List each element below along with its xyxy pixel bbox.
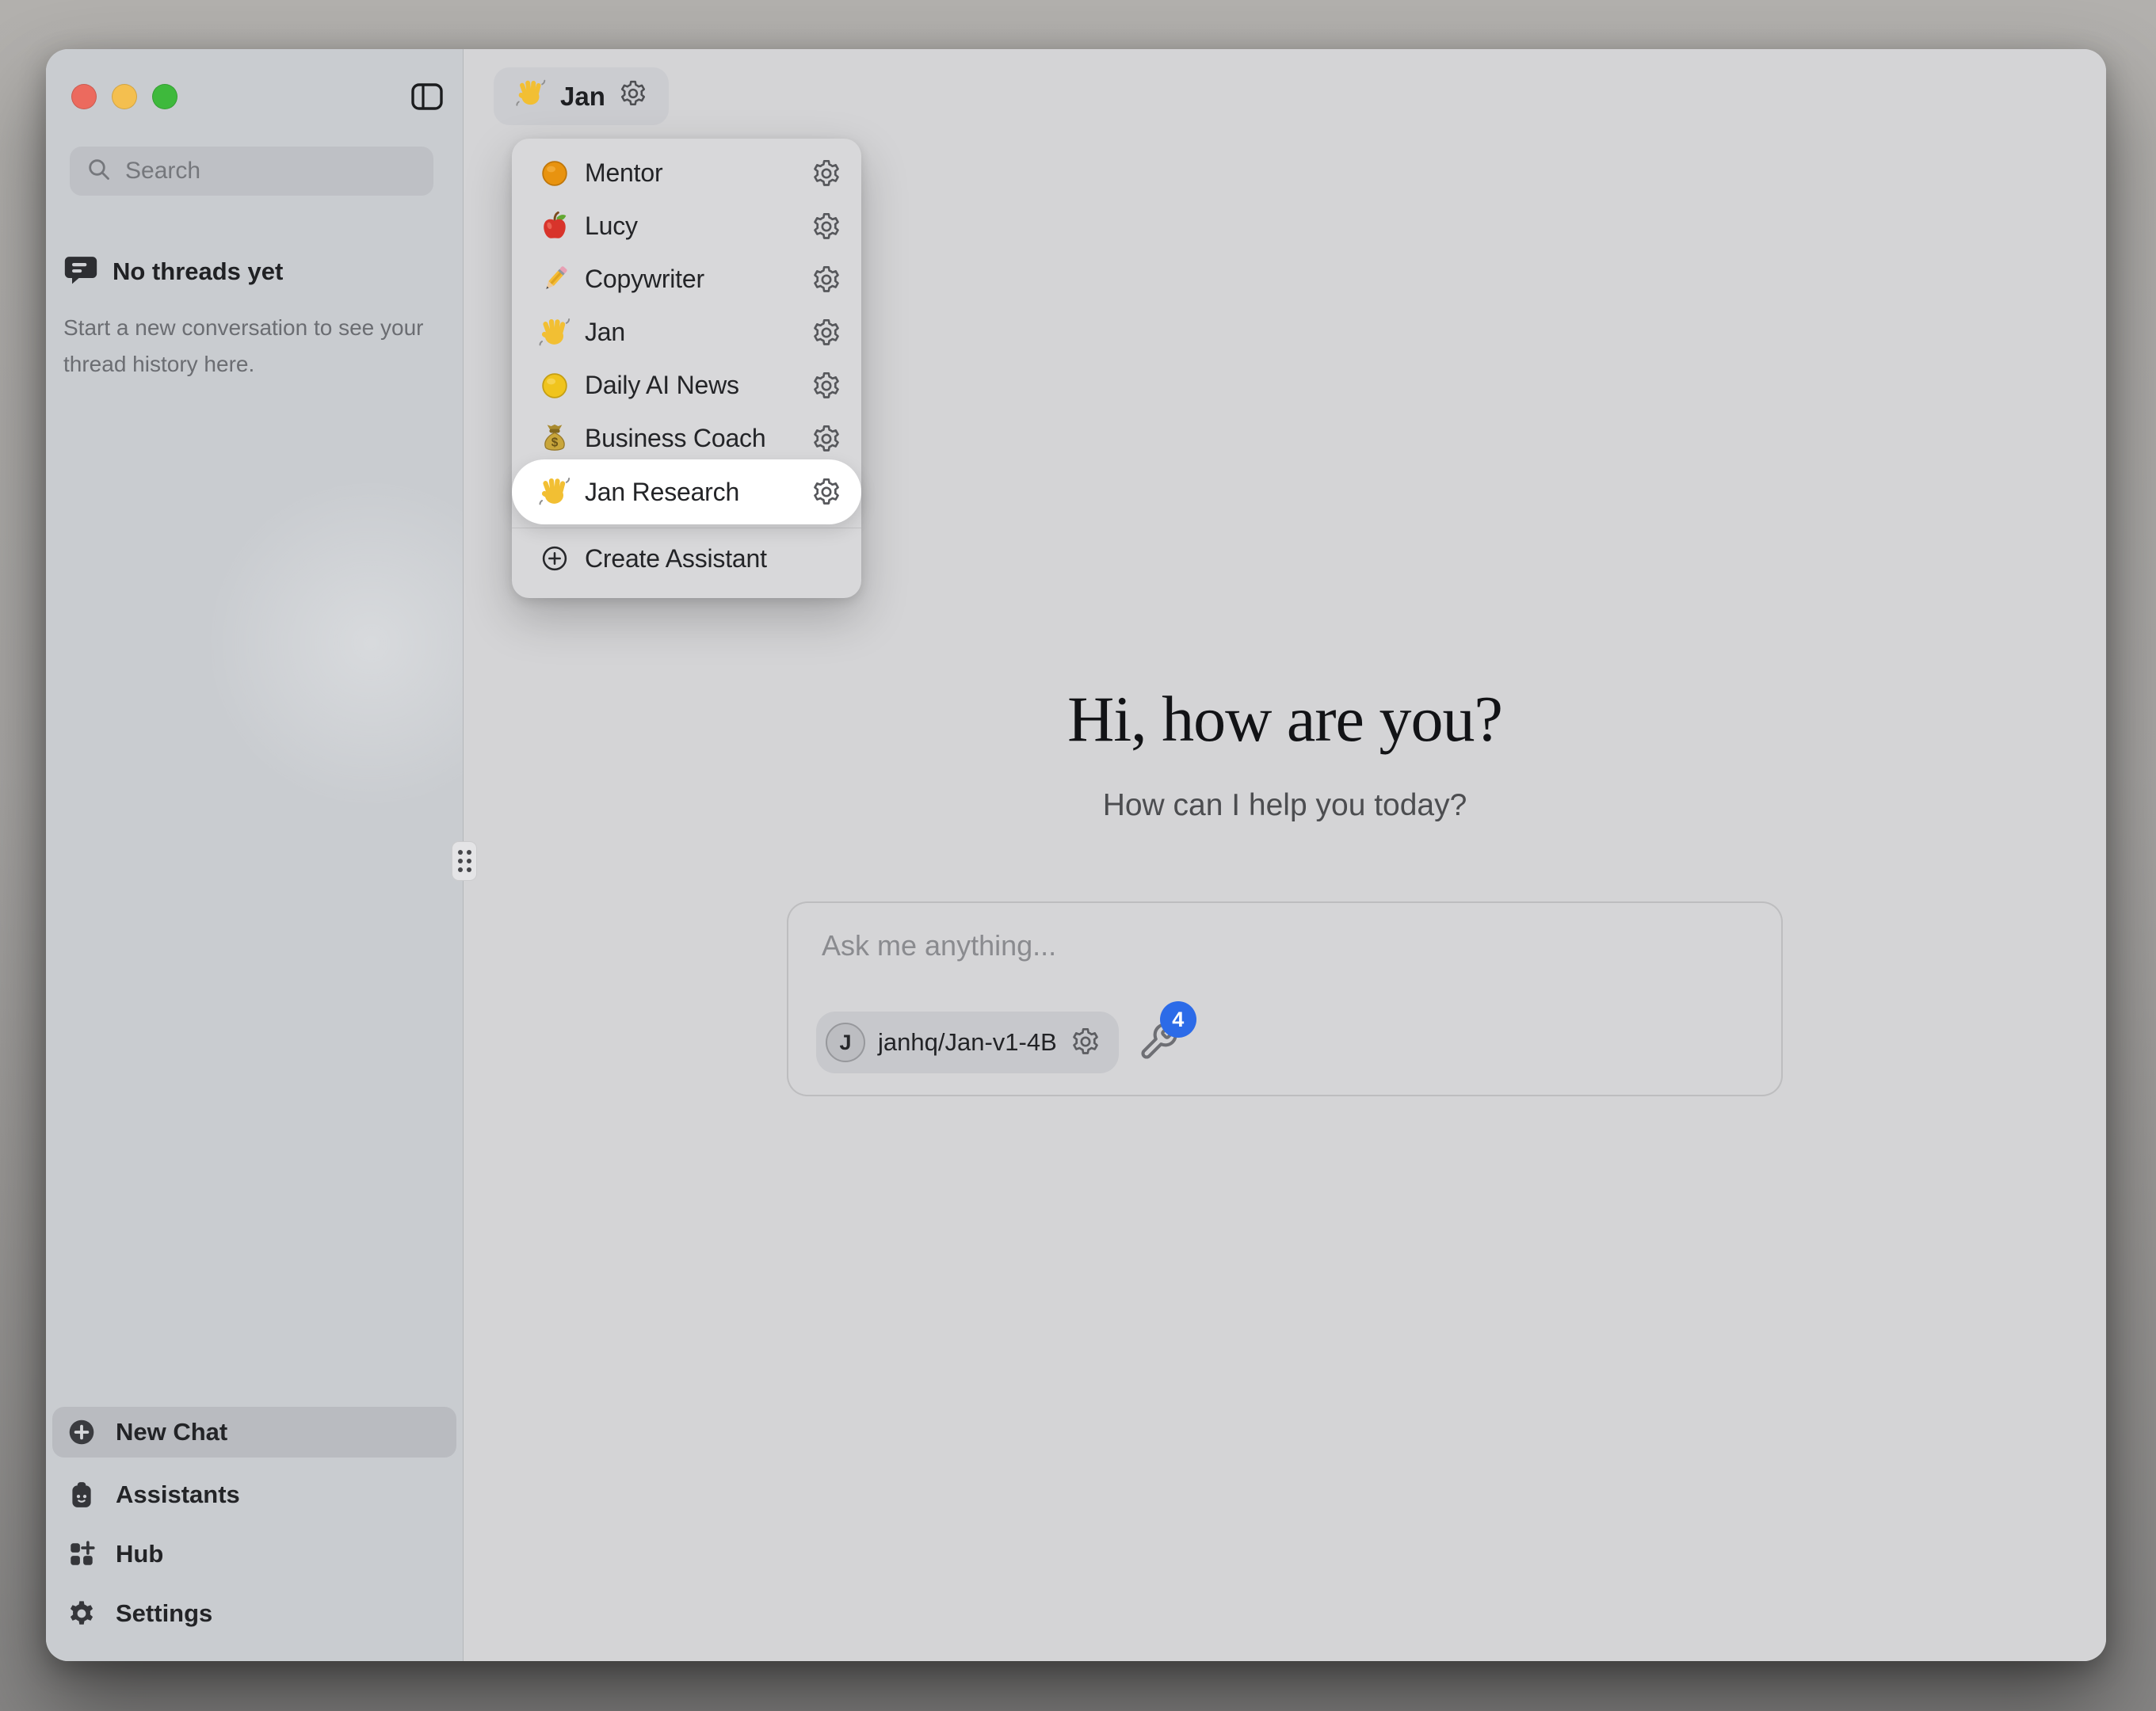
menu-item-label: Daily AI News bbox=[585, 371, 809, 400]
menu-item-mentor[interactable]: Mentor bbox=[512, 147, 861, 200]
window-controls bbox=[71, 84, 177, 109]
close-button[interactable] bbox=[71, 84, 97, 109]
tools-button[interactable]: 4 bbox=[1136, 1020, 1181, 1065]
sidebar-item-label: Assistants bbox=[116, 1480, 240, 1509]
sidebar-nav: New Chat Assistants bbox=[46, 1407, 463, 1647]
waving-hand-icon bbox=[514, 77, 548, 116]
orange-circle-icon bbox=[537, 156, 572, 191]
create-assistant-label: Create Assistant bbox=[585, 544, 844, 574]
svg-text:$: $ bbox=[551, 436, 559, 449]
menu-item-jan-research[interactable]: Jan Research bbox=[512, 459, 861, 524]
assistant-settings-button[interactable] bbox=[809, 315, 844, 350]
grid-plus-icon bbox=[67, 1539, 97, 1569]
sidebar-item-hub[interactable]: Hub bbox=[52, 1528, 456, 1580]
assistant-settings-button[interactable] bbox=[809, 421, 844, 456]
composer[interactable]: J janhq/Jan-v1-4B bbox=[787, 901, 1783, 1096]
assistant-selector-button[interactable]: Jan bbox=[494, 67, 669, 125]
sidebar-item-label: New Chat bbox=[116, 1418, 227, 1446]
menu-item-business-coach[interactable]: $ Business Coach bbox=[512, 412, 861, 465]
gear-icon bbox=[811, 158, 842, 189]
plus-circle-filled-icon bbox=[67, 1417, 97, 1447]
menu-item-label: Business Coach bbox=[585, 424, 809, 453]
zoom-button[interactable] bbox=[152, 84, 177, 109]
welcome-section: Hi, how are you? How can I help you toda… bbox=[464, 683, 2106, 1096]
chat-input[interactable] bbox=[822, 927, 1748, 1009]
assistant-selector-label: Jan bbox=[560, 82, 605, 112]
sidebar-toggle-button[interactable] bbox=[410, 81, 445, 112]
gear-icon bbox=[811, 370, 842, 402]
menu-item-lucy[interactable]: Lucy bbox=[512, 200, 861, 253]
sidebar-item-settings[interactable]: Settings bbox=[52, 1587, 456, 1640]
empty-state-description: Start a new conversation to see your thr… bbox=[63, 310, 428, 383]
gear-icon bbox=[618, 78, 648, 115]
model-avatar: J bbox=[826, 1023, 865, 1062]
gear-icon bbox=[811, 211, 842, 242]
sidebar-item-assistants[interactable]: Assistants bbox=[52, 1469, 456, 1521]
create-assistant-button[interactable]: Create Assistant bbox=[512, 528, 861, 589]
tools-count-badge: 4 bbox=[1160, 1001, 1196, 1038]
plus-circle-icon bbox=[537, 541, 572, 576]
empty-state-title: No threads yet bbox=[113, 257, 283, 286]
menu-item-copywriter[interactable]: Copywriter bbox=[512, 253, 861, 306]
sidebar: No threads yet Start a new conversation … bbox=[46, 49, 464, 1661]
greeting-title: Hi, how are you? bbox=[1067, 683, 1502, 756]
robot-clipboard-icon bbox=[67, 1480, 97, 1510]
assistant-settings-button[interactable] bbox=[809, 368, 844, 403]
red-apple-icon bbox=[537, 209, 572, 244]
chat-bubble-icon bbox=[63, 252, 98, 291]
waving-hand-icon bbox=[537, 474, 572, 509]
assistant-menu: Mentor bbox=[512, 139, 861, 598]
app-window: No threads yet Start a new conversation … bbox=[46, 49, 2106, 1661]
gear-icon bbox=[811, 423, 842, 455]
wrench-icon bbox=[1138, 1053, 1179, 1065]
menu-item-label: Mentor bbox=[585, 158, 809, 188]
search-input[interactable] bbox=[125, 158, 431, 185]
waving-hand-icon bbox=[537, 315, 572, 350]
pencil-icon bbox=[537, 262, 572, 297]
sidebar-item-new-chat[interactable]: New Chat bbox=[52, 1407, 456, 1458]
money-bag-icon: $ bbox=[537, 421, 572, 456]
sidebar-toggle-icon bbox=[410, 103, 445, 115]
menu-item-label: Copywriter bbox=[585, 265, 809, 294]
threads-empty-state: No threads yet Start a new conversation … bbox=[63, 252, 428, 383]
sidebar-item-label: Settings bbox=[116, 1599, 212, 1628]
search-box[interactable] bbox=[70, 147, 433, 196]
menu-item-label: Jan bbox=[585, 318, 809, 347]
main-area: Jan bbox=[464, 49, 2106, 1661]
model-name: janhq/Jan-v1-4B bbox=[878, 1028, 1057, 1057]
search-icon bbox=[86, 156, 113, 187]
minimize-button[interactable] bbox=[112, 84, 137, 109]
assistant-settings-button[interactable] bbox=[809, 262, 844, 297]
menu-item-label: Lucy bbox=[585, 211, 809, 241]
menu-item-jan[interactable]: Jan bbox=[512, 306, 861, 359]
menu-item-label: Jan Research bbox=[585, 478, 809, 507]
gear-icon bbox=[811, 317, 842, 349]
sidebar-resize-handle[interactable] bbox=[452, 841, 477, 881]
menu-item-daily-ai-news[interactable]: Daily AI News bbox=[512, 359, 861, 412]
desktop-backdrop: No threads yet Start a new conversation … bbox=[0, 0, 2156, 1711]
yellow-circle-icon bbox=[537, 368, 572, 403]
assistant-settings-button[interactable] bbox=[809, 474, 844, 509]
sidebar-item-label: Hub bbox=[116, 1540, 163, 1568]
gear-icon bbox=[811, 264, 842, 295]
gear-filled-icon bbox=[67, 1599, 97, 1629]
model-selector-button[interactable]: J janhq/Jan-v1-4B bbox=[816, 1012, 1119, 1073]
gear-icon bbox=[811, 476, 842, 508]
assistant-settings-button[interactable] bbox=[809, 209, 844, 244]
greeting-subtitle: How can I help you today? bbox=[1103, 787, 1467, 824]
gear-icon bbox=[1070, 1026, 1101, 1060]
assistant-settings-button[interactable] bbox=[809, 156, 844, 191]
